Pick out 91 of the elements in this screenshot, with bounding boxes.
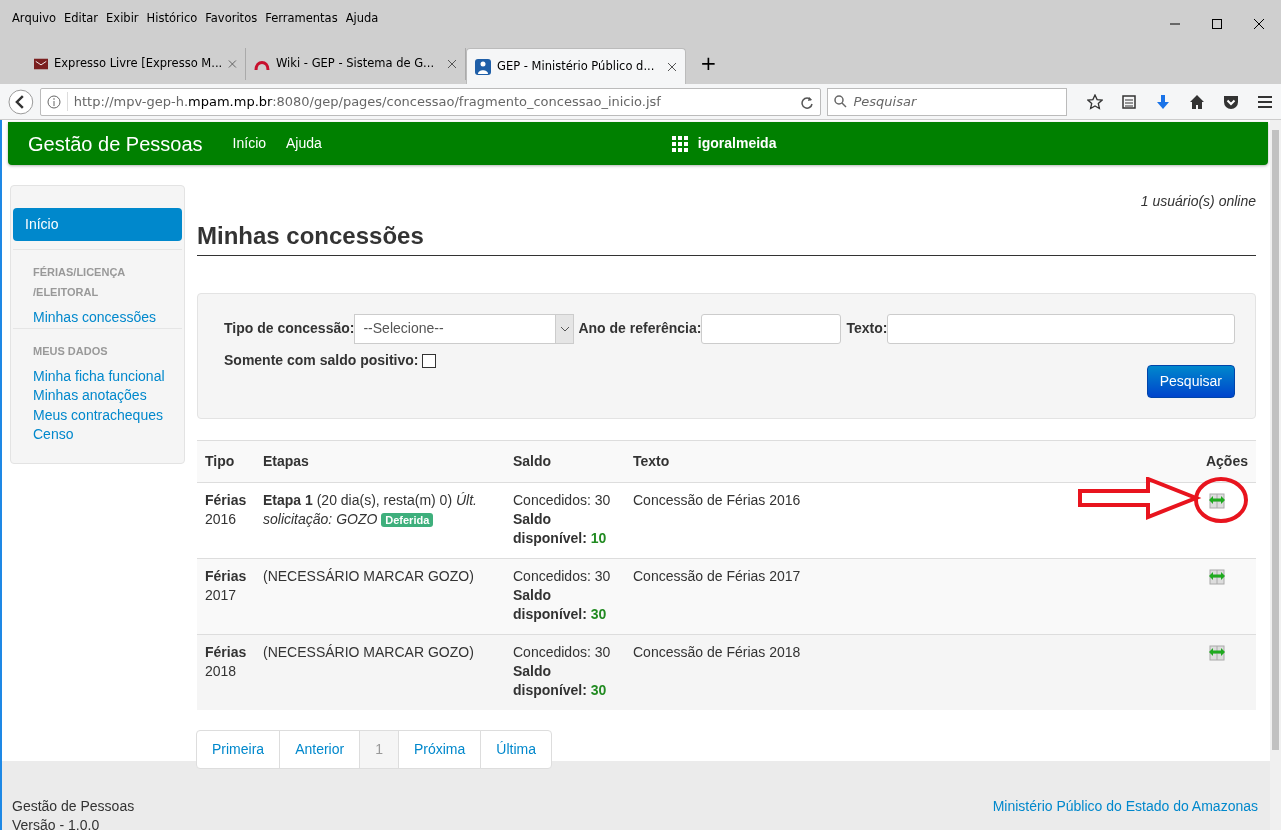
table-cell: Férias — [205, 490, 247, 510]
pagination-link[interactable]: 1 — [359, 730, 399, 770]
caret-icon — [559, 325, 570, 332]
swap-arrows-icon[interactable] — [1208, 492, 1226, 511]
input-field[interactable] — [701, 313, 842, 344]
column-header: Texto — [625, 440, 1105, 483]
swap-arrows-icon[interactable] — [1208, 568, 1226, 587]
search-icon — [834, 95, 848, 108]
version-text: Versão - 1.0.0 — [12, 816, 101, 830]
nav-link[interactable]: Ajuda — [286, 133, 322, 154]
table-cell-text: Concedidos: 30 — [513, 566, 612, 586]
star-icon[interactable] — [1087, 93, 1103, 110]
pagination-link[interactable]: Próxima — [397, 730, 482, 770]
column-header: Saldo — [505, 440, 625, 483]
field-label: Ano de referência: — [578, 319, 702, 339]
download-icon[interactable] — [1155, 93, 1171, 110]
menu-item[interactable]: Arquivo — [12, 10, 57, 28]
annotation-circle — [1194, 476, 1248, 523]
column-header: Tipo — [197, 440, 255, 483]
reading-list-icon[interactable] — [1121, 93, 1137, 110]
home-icon[interactable] — [1189, 93, 1205, 110]
back-icon[interactable] — [8, 88, 34, 115]
browser-tab[interactable]: Expresso Livre [Expresso M... — [26, 48, 246, 80]
table-cell: Concessão de Férias 2016 — [633, 491, 801, 508]
input-field[interactable] — [887, 313, 1235, 344]
table-cell: 30 — [590, 605, 607, 622]
column-header: Ações — [1104, 440, 1256, 483]
pagination-link[interactable]: Anterior — [279, 730, 361, 770]
table-cell: Saldo disponível: — [513, 586, 587, 622]
table-cell-text: Concedidos: 30 — [513, 490, 612, 510]
menu-item[interactable]: Favoritos — [205, 10, 258, 28]
table-cell: Férias — [205, 642, 247, 662]
apps-grid-icon[interactable] — [671, 135, 688, 152]
menu-item[interactable]: Ferramentas — [265, 10, 338, 28]
table-cell: Férias — [205, 566, 247, 586]
app-title[interactable]: Gestão de Pessoas — [28, 128, 203, 159]
table-cell: Concessão de Férias 2018 — [633, 643, 801, 660]
pagination-link[interactable]: Primeira — [196, 730, 281, 770]
menu-item[interactable]: Editar — [64, 10, 99, 28]
menu-item[interactable]: Exibir — [106, 10, 139, 28]
close-icon[interactable] — [1253, 18, 1265, 30]
swap-arrows-icon[interactable] — [1208, 644, 1226, 663]
table-cell-text: 2017 — [205, 585, 238, 605]
person-icon — [475, 58, 491, 75]
scrollbar-thumb[interactable] — [1272, 130, 1279, 750]
sidebar-item[interactable]: Minhas concessões — [13, 308, 182, 328]
pocket-icon[interactable] — [1223, 93, 1239, 110]
address-bar[interactable]: http://mpv-gep-h.mpam.mp.br:8080/gep/pages/concessao/fragmento_concessao_inicio.jsf — [39, 87, 822, 116]
sidebar-item[interactable]: Início — [13, 208, 182, 241]
table-cell-text: Concedidos: 30 — [513, 642, 612, 662]
checkbox[interactable] — [422, 354, 437, 369]
close-icon[interactable] — [667, 61, 677, 72]
table-cell: 30 — [590, 681, 607, 698]
info-icon[interactable] — [46, 94, 61, 109]
reload-icon[interactable] — [800, 94, 815, 109]
field-label: Tipo de concessão: — [224, 319, 355, 339]
maximize-icon[interactable] — [1211, 18, 1223, 30]
new-tab-button[interactable]: + — [700, 48, 717, 78]
table-cell: Saldo disponível: — [513, 662, 587, 698]
table-cell-text: 2018 — [205, 661, 238, 681]
footer-text: Gestão de Pessoas — [12, 797, 135, 816]
table-cell-text: (NECESSÁRIO MARCAR GOZO) — [263, 566, 475, 586]
browser-tab[interactable]: GEP - Ministério Público d... — [466, 48, 686, 84]
table-cell-text: Etapa 1 (20 dia(s), resta(m) 0) Últ. solicitação: GOZO Deferida — [263, 490, 478, 529]
sidebar-item[interactable]: Minhas anotações — [13, 386, 182, 406]
search-button[interactable]: Pesquisar — [1146, 364, 1235, 398]
menu-icon[interactable] — [1257, 93, 1273, 110]
envelope-icon — [34, 56, 49, 72]
select-field[interactable]: --Selecione-- — [354, 313, 575, 344]
page-heading: Minhas concessões — [197, 212, 1256, 256]
sidebar-item[interactable]: Censo — [13, 425, 182, 445]
footer-link[interactable]: Ministério Público do Estado do Amazonas — [992, 797, 1258, 816]
search-field[interactable]: Pesquisar — [827, 87, 1067, 116]
field-label: Somente com saldo positivo: — [224, 350, 419, 370]
table-cell: Concessão de Férias 2017 — [633, 567, 801, 584]
sidebar-item[interactable]: Meus contracheques — [13, 405, 182, 425]
column-header: Etapas — [255, 440, 505, 483]
menu-item[interactable]: Ajuda — [345, 10, 379, 28]
pagination-link[interactable]: Última — [480, 730, 552, 770]
sidebar-header: FÉRIAS/LICENÇA /ELEITORAL — [13, 249, 182, 308]
table-cell-text: 2016 — [205, 509, 238, 529]
table-cell: Saldo disponível: — [513, 510, 587, 546]
nav-link[interactable]: Início — [232, 133, 267, 154]
table-cell-text: (NECESSÁRIO MARCAR GOZO) — [263, 642, 475, 662]
user-name[interactable]: igoralmeida — [697, 133, 777, 154]
online-count: 1 usuário(s) online — [1139, 192, 1256, 211]
menu-item[interactable]: Histórico — [146, 10, 198, 28]
field-label: Texto: — [846, 319, 888, 339]
sidebar-item[interactable]: Minha ficha funcional — [13, 366, 182, 386]
sidebar-header: MEUS DADOS — [13, 327, 182, 367]
table-cell: 10 — [590, 529, 607, 546]
